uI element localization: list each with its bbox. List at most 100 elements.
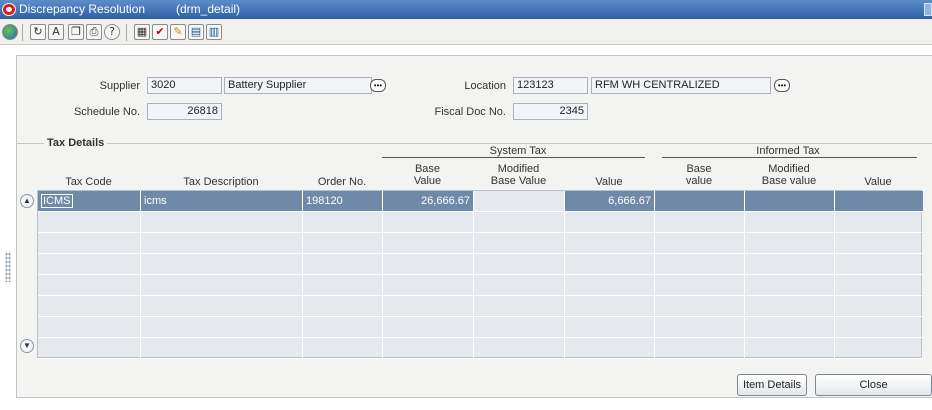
- table-cell[interactable]: [303, 338, 383, 358]
- cell-tax-code[interactable]: ICMS: [38, 191, 141, 211]
- table-cell[interactable]: [745, 317, 835, 337]
- help-icon[interactable]: ?: [104, 24, 120, 40]
- table-cell[interactable]: [38, 338, 141, 358]
- edit-icon[interactable]: ✎: [170, 24, 186, 40]
- table-cell[interactable]: [745, 296, 835, 316]
- cell-inf-value[interactable]: [835, 191, 923, 211]
- item-details-button[interactable]: Item Details: [737, 374, 807, 396]
- table-cell[interactable]: [745, 338, 835, 358]
- table-cell[interactable]: [474, 275, 565, 295]
- table-cell[interactable]: [745, 233, 835, 253]
- table-cell[interactable]: [655, 233, 745, 253]
- table-cell[interactable]: [655, 338, 745, 358]
- table-cell[interactable]: [38, 212, 141, 232]
- table-cell[interactable]: [565, 296, 655, 316]
- table-cell[interactable]: [474, 212, 565, 232]
- print-icon[interactable]: ⎙: [86, 24, 102, 40]
- schedule-field[interactable]: 26818: [147, 103, 222, 120]
- table-cell[interactable]: [745, 254, 835, 274]
- table-cell[interactable]: [835, 296, 923, 316]
- table-row[interactable]: ICMS icms 198120 26,666.67 6,666.67: [38, 191, 923, 212]
- table-cell[interactable]: [141, 275, 303, 295]
- table-cell[interactable]: [655, 296, 745, 316]
- table-row[interactable]: [38, 317, 923, 338]
- table-cell[interactable]: [745, 212, 835, 232]
- close-button[interactable]: Close: [815, 374, 932, 396]
- table-row[interactable]: [38, 254, 923, 275]
- table-cell[interactable]: [474, 338, 565, 358]
- table-cell[interactable]: [303, 254, 383, 274]
- copy-icon[interactable]: ❐: [68, 24, 84, 40]
- table-icon[interactable]: ▦: [134, 24, 150, 40]
- table-cell[interactable]: [835, 275, 923, 295]
- table-cell[interactable]: [655, 212, 745, 232]
- supplier-code-field[interactable]: 3020: [147, 77, 222, 94]
- table-cell[interactable]: [303, 212, 383, 232]
- cell-sys-base-value[interactable]: 26,666.67: [383, 191, 474, 211]
- table-cell[interactable]: [835, 338, 923, 358]
- table-row[interactable]: [38, 212, 923, 233]
- table-row[interactable]: [38, 233, 923, 254]
- table-cell[interactable]: [565, 212, 655, 232]
- table-cell[interactable]: [303, 275, 383, 295]
- table-cell[interactable]: [835, 254, 923, 274]
- table-cell[interactable]: [383, 254, 474, 274]
- table-cell[interactable]: [141, 317, 303, 337]
- table-cell[interactable]: [38, 317, 141, 337]
- location-lov-icon[interactable]: •••: [774, 79, 790, 92]
- table-cell[interactable]: [745, 275, 835, 295]
- calendar-alt-icon[interactable]: ▥: [206, 24, 222, 40]
- table-cell[interactable]: [835, 233, 923, 253]
- table-cell[interactable]: [141, 233, 303, 253]
- table-cell[interactable]: [655, 254, 745, 274]
- cell-sys-value[interactable]: 6,666.67: [565, 191, 655, 211]
- table-cell[interactable]: [383, 212, 474, 232]
- supplier-lov-icon[interactable]: •••: [370, 79, 386, 92]
- fiscal-doc-field[interactable]: 2345: [513, 103, 588, 120]
- cell-inf-base-value[interactable]: [655, 191, 745, 211]
- table-cell[interactable]: [38, 233, 141, 253]
- table-cell[interactable]: [835, 317, 923, 337]
- table-cell[interactable]: [474, 317, 565, 337]
- globe-icon[interactable]: [2, 24, 18, 40]
- refresh-icon[interactable]: ↻: [30, 24, 46, 40]
- table-cell[interactable]: [565, 254, 655, 274]
- location-name-field[interactable]: RFM WH CENTRALIZED: [591, 77, 771, 94]
- table-cell[interactable]: [474, 296, 565, 316]
- table-cell[interactable]: [141, 296, 303, 316]
- cell-inf-modified-base[interactable]: [745, 191, 835, 211]
- location-code-field[interactable]: 123123: [513, 77, 588, 94]
- check-icon[interactable]: ✔: [152, 24, 168, 40]
- calendar-icon[interactable]: ▤: [188, 24, 204, 40]
- table-cell[interactable]: [38, 296, 141, 316]
- table-cell[interactable]: [141, 212, 303, 232]
- table-cell[interactable]: [383, 296, 474, 316]
- table-row[interactable]: [38, 338, 923, 359]
- table-cell[interactable]: [383, 275, 474, 295]
- table-row[interactable]: [38, 296, 923, 317]
- table-cell[interactable]: [383, 233, 474, 253]
- table-cell[interactable]: [141, 254, 303, 274]
- table-cell[interactable]: [303, 296, 383, 316]
- scroll-up-icon[interactable]: ▲: [20, 194, 34, 208]
- table-cell[interactable]: [655, 275, 745, 295]
- table-cell[interactable]: [383, 338, 474, 358]
- vertical-scrollbar[interactable]: ▲ ▼: [19, 190, 36, 358]
- cell-tax-description[interactable]: icms: [141, 191, 303, 211]
- supplier-name-field[interactable]: Battery Supplier: [224, 77, 372, 94]
- table-row[interactable]: [38, 275, 923, 296]
- table-cell[interactable]: [565, 233, 655, 253]
- table-cell[interactable]: [383, 317, 474, 337]
- table-cell[interactable]: [474, 233, 565, 253]
- table-cell[interactable]: [565, 275, 655, 295]
- cell-sys-modified-base[interactable]: [474, 191, 565, 211]
- table-cell[interactable]: [303, 233, 383, 253]
- spellcheck-icon[interactable]: A: [48, 24, 64, 40]
- table-cell[interactable]: [474, 254, 565, 274]
- table-cell[interactable]: [303, 317, 383, 337]
- cell-order-no[interactable]: 198120: [303, 191, 383, 211]
- table-cell[interactable]: [38, 275, 141, 295]
- table-cell[interactable]: [565, 338, 655, 358]
- table-cell[interactable]: [835, 212, 923, 232]
- table-cell[interactable]: [38, 254, 141, 274]
